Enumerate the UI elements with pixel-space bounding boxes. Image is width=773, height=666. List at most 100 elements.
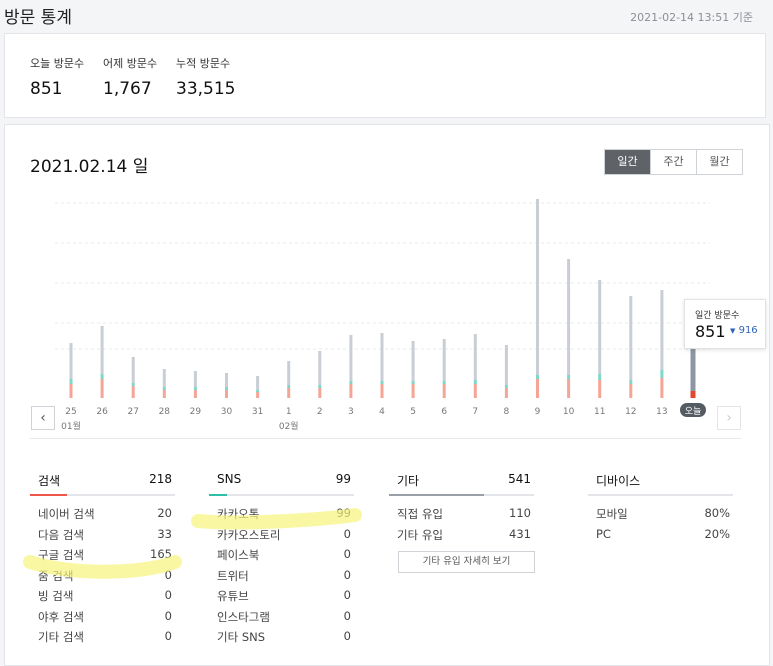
bar-segment-teal[interactable] [473,380,477,384]
row-label: 기타 검색 [38,630,84,644]
bar-segment-gray[interactable] [100,326,104,374]
page-title: 방문 통계 [4,8,72,28]
search-bar-fill [30,494,67,496]
row-label: PC [596,526,611,541]
bar-segment-gray[interactable] [193,371,197,387]
bar-segment-salmon[interactable] [349,384,353,398]
bar-segment-teal[interactable] [598,374,602,380]
row-label: 카카오톡 [217,507,260,521]
search-rows: 네이버 검색 20 다음 검색 33 구글 검색 165 줌 검색 0 빙 검색 0 야후… [30,506,175,650]
bar-segment-teal[interactable] [660,370,664,378]
bar-segment-teal[interactable] [162,387,166,390]
bar-segment-salmon[interactable] [411,384,415,398]
sns-bar-fill [209,494,227,496]
bar-segment-salmon[interactable] [473,384,477,398]
bar-segment-gray[interactable] [473,334,477,380]
bar-segment-salmon[interactable] [598,380,602,398]
etc-stats: 기타 541 직접 유입 110 기타 유입 431 [389,472,534,547]
sns-header: SNS 99 [209,472,354,494]
bar-segment-teal[interactable] [69,379,73,384]
row-value: 0 [343,629,351,643]
bar-segment-gray[interactable] [287,361,291,385]
bar-segment-teal[interactable] [442,381,446,384]
bar-segment-teal[interactable] [131,383,135,386]
bar-segment-teal[interactable] [256,390,260,392]
sns-rows: 카카오톡 99 카카오스토리 0 페이스북 0 트위터 0 유튜브 0 인스타그램 0 기타… [209,506,354,650]
bar-segment-teal[interactable] [100,374,104,379]
bar-segment-gray[interactable] [225,373,228,387]
x-tick-label: 10 [563,407,575,417]
bar-segment-gray[interactable] [629,296,633,380]
bar-segment-gray[interactable] [318,351,322,385]
bar-segment-gray[interactable] [567,259,571,375]
bar-segment-gray[interactable] [660,290,664,370]
bar-segment-salmon[interactable] [690,391,696,398]
list-item: 인스타그램 0 [209,609,354,630]
row-label: 줌 검색 [38,568,74,583]
x-tick-label: 3 [348,407,354,417]
bar-segment-salmon[interactable] [131,386,135,398]
bar-segment-teal[interactable] [349,381,353,384]
row-value: 33 [157,526,172,541]
bar-segment-salmon[interactable] [225,390,228,398]
bar-segment-gray[interactable] [598,280,602,374]
bar-segment-salmon[interactable] [287,388,291,398]
row-value: 20 [157,506,172,520]
bar-segment-salmon[interactable] [536,379,539,398]
bar-segment-salmon[interactable] [380,384,384,398]
x-tick-label: 9 [535,407,541,417]
bar-segment-salmon[interactable] [69,384,73,398]
bar-segment-teal[interactable] [193,387,197,390]
bar-segment-teal[interactable] [504,385,508,388]
bar-segment-gray[interactable] [536,199,539,375]
bar-segment-salmon[interactable] [504,388,508,398]
bar-segment-teal[interactable] [411,381,415,384]
total-visits: 누적 방문수 33,515 [176,55,235,99]
bar-segment-salmon[interactable] [660,378,664,398]
etc-detail-button[interactable]: 기타 유입 자세히 보기 [398,551,535,573]
list-item: 유튜브 0 [209,588,354,609]
bar-segment-gray[interactable] [131,357,135,383]
bar-segment-teal[interactable] [225,387,228,390]
bar-segment-gray[interactable] [504,345,508,385]
list-item: 야후 검색 0 [30,609,175,630]
bar-segment-gray[interactable] [411,341,415,381]
summary-card: 오늘 방문수 851 어제 방문수 1,767 누적 방문수 33,515 [4,33,766,118]
etc-bar-fill [389,494,484,496]
list-item: 기타 검색 0 [30,629,175,650]
row-value: 0 [343,588,351,602]
bar-segment-salmon[interactable] [256,392,260,398]
bar-segment-teal[interactable] [287,385,291,388]
row-label: 기타 유입 [397,527,443,542]
row-value: 0 [164,588,172,602]
bar-segment-gray[interactable] [256,376,260,390]
bar-segment-salmon[interactable] [567,379,571,398]
bar-segment-teal[interactable] [629,380,633,384]
bar-segment-teal[interactable] [380,381,384,384]
chart-prev-button[interactable]: ‹ [31,406,55,430]
tooltip-value: 851 [695,322,726,341]
bar-segment-salmon[interactable] [629,384,633,398]
bar-segment-salmon[interactable] [318,388,322,398]
today-visits: 오늘 방문수 851 [30,55,84,99]
bar-segment-gray[interactable] [442,339,446,381]
bar-segment-teal[interactable] [318,385,322,388]
bar-segment-gray[interactable] [349,335,353,381]
row-label: 페이스북 [217,548,260,562]
bar-segment-gray[interactable] [380,333,384,381]
bar-segment-salmon[interactable] [442,384,446,398]
bar-segment-salmon[interactable] [100,379,104,398]
bar-segment-teal[interactable] [536,375,539,379]
x-tick-label: 7 [472,407,478,417]
total-visits-label: 누적 방문수 [176,57,231,70]
tooltip-prev-number: 916 [738,325,758,336]
list-item: 구글 검색 165 [30,547,175,568]
bar-segment-gray[interactable] [162,369,166,387]
bar-segment-salmon[interactable] [193,390,197,398]
bar-segment-salmon[interactable] [162,390,166,398]
bar-segment-gray[interactable] [69,343,73,379]
chart-next-button[interactable]: › [717,406,741,430]
list-item: 카카오스토리 0 [209,527,354,548]
bar-segment-teal[interactable] [567,375,571,379]
search-title: 검색 [38,474,61,488]
